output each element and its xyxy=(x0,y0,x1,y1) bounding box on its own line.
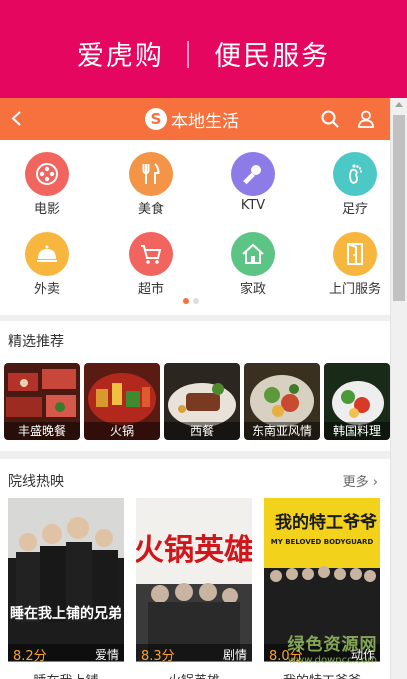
service-home-visit[interactable]: 上门服务 xyxy=(322,220,388,297)
picks-title: 精选推荐 xyxy=(8,334,64,350)
pick-card-southeast-asian[interactable]: 东南亚风情 xyxy=(244,363,320,440)
service-movie[interactable]: 电影 xyxy=(14,140,80,217)
pick-card-hotpot[interactable]: 火锅 xyxy=(84,363,160,440)
page-content: S 本地生活 电影 美食 KTV 足疗 外卖 超市 家政 上门服务 精选推荐 丰… xyxy=(0,98,390,679)
service-circle xyxy=(231,152,275,196)
user-icon xyxy=(358,110,374,128)
phone-screen: S 本地生活 电影 美食 KTV 足疗 外卖 超市 家政 上门服务 精选推荐 丰… xyxy=(0,98,407,679)
site-watermark: 绿色资源网 www.downcc.com xyxy=(275,630,390,670)
movies-title: 院线热映 xyxy=(8,474,64,490)
shopping-cart-icon xyxy=(141,245,162,264)
microphone-icon xyxy=(243,165,261,185)
brand-logo: S xyxy=(145,108,167,130)
door-icon xyxy=(347,243,363,265)
movie-poster: 火锅英雄 xyxy=(136,498,252,661)
poster-title: 火锅英雄 xyxy=(136,533,252,568)
page-title: 本地生活 xyxy=(171,111,239,132)
movie-poster: 睡在我上铺的兄弟 xyxy=(8,498,124,661)
chevron-left-icon xyxy=(11,111,21,126)
poster-title: 睡在我上铺的兄弟 xyxy=(10,605,122,622)
service-circle xyxy=(25,232,69,276)
movie-title: 我的特工爷爷 xyxy=(264,670,380,679)
service-label: 超市 xyxy=(137,282,164,297)
carousel-dots xyxy=(183,298,199,304)
movie-meta-bar: 8.3分 剧情 xyxy=(136,644,252,664)
movie-score: 8.3分 xyxy=(141,649,175,664)
pick-card-korean[interactable]: 韩国料理 xyxy=(324,363,390,440)
app-banner: 爱虎购 ｜ 便民服务 xyxy=(0,0,407,98)
pick-label: 韩国料理 xyxy=(324,422,390,440)
service-supermarket[interactable]: 超市 xyxy=(118,220,184,297)
movie-title: 睡在我上铺 xyxy=(8,670,124,679)
pick-card-dinner[interactable]: 丰盛晚餐 xyxy=(4,363,80,440)
top-navigation-bar: S 本地生活 xyxy=(0,98,390,140)
service-circle xyxy=(129,152,173,196)
service-foot-massage[interactable]: 足疗 xyxy=(322,140,388,217)
film-reel-icon xyxy=(36,163,58,185)
service-ktv[interactable]: KTV xyxy=(220,140,286,213)
service-label: 足疗 xyxy=(341,202,368,217)
cloche-icon xyxy=(37,245,57,262)
movie-genre: 剧情 xyxy=(222,648,247,662)
search-icon xyxy=(321,110,339,128)
service-label: 家政 xyxy=(239,282,266,297)
vertical-scrollbar[interactable] xyxy=(390,98,407,679)
pick-label: 丰盛晚餐 xyxy=(4,422,80,440)
service-circle xyxy=(333,232,377,276)
poster-subtitle: MY BELOVED BODYGUARD xyxy=(271,538,374,546)
user-button[interactable] xyxy=(356,109,376,129)
service-label: 美食 xyxy=(137,202,164,217)
movie-card-1[interactable]: 睡在我上铺的兄弟 8.2分 爱情 睡在我上铺 xyxy=(8,498,124,679)
scroll-thumb[interactable] xyxy=(393,115,405,301)
movie-score: 8.2分 xyxy=(13,649,47,664)
service-takeout[interactable]: 外卖 xyxy=(14,220,80,297)
banner-title: 爱虎购 ｜ 便民服务 xyxy=(76,41,331,72)
service-label: KTV xyxy=(240,198,266,213)
movie-card-2[interactable]: 火锅英雄 8.3分 剧情 火锅英雄 xyxy=(136,498,252,679)
movie-genre: 爱情 xyxy=(94,648,119,662)
service-label: 外卖 xyxy=(33,282,60,297)
footprint-icon xyxy=(349,164,363,184)
watermark-url: www.downcc.com xyxy=(287,655,378,666)
service-circle xyxy=(333,152,377,196)
movie-title: 火锅英雄 xyxy=(136,670,252,679)
service-circle xyxy=(231,232,275,276)
poster-title: 我的特工爷爷 xyxy=(275,512,378,533)
service-circle xyxy=(25,152,69,196)
service-label: 上门服务 xyxy=(328,282,381,297)
fork-knife-icon xyxy=(142,163,160,184)
movies-more-link[interactable]: 更多 › xyxy=(343,471,378,490)
pick-label: 东南亚风情 xyxy=(244,422,320,440)
house-icon xyxy=(242,243,264,264)
movie-poster-art: 火锅英雄 xyxy=(136,498,252,661)
service-grid: 电影 美食 KTV 足疗 外卖 超市 家政 上门服务 xyxy=(0,140,390,315)
picks-section: 精选推荐 丰盛晚餐 火锅 西餐 东南亚风情 韩国料理 xyxy=(0,321,390,451)
service-label: 电影 xyxy=(33,202,60,217)
brand: S 本地生活 xyxy=(145,107,239,132)
pick-label: 西餐 xyxy=(164,422,240,440)
back-button[interactable] xyxy=(9,110,26,127)
movie-meta-bar: 8.2分 爱情 xyxy=(8,644,124,664)
carousel-dot[interactable] xyxy=(193,298,199,304)
chevron-right-icon: › xyxy=(372,475,378,490)
watermark-title: 绿色资源网 xyxy=(287,635,378,655)
search-button[interactable] xyxy=(320,109,340,129)
pick-card-western[interactable]: 西餐 xyxy=(164,363,240,440)
more-label: 更多 xyxy=(342,475,369,490)
carousel-dot-active[interactable] xyxy=(183,298,189,304)
service-food[interactable]: 美食 xyxy=(118,140,184,217)
movie-poster-art: 睡在我上铺的兄弟 xyxy=(8,498,124,661)
pick-label: 火锅 xyxy=(84,422,160,440)
scroll-up-arrow-icon[interactable] xyxy=(395,102,403,107)
service-housekeeping[interactable]: 家政 xyxy=(220,220,286,297)
service-circle xyxy=(129,232,173,276)
